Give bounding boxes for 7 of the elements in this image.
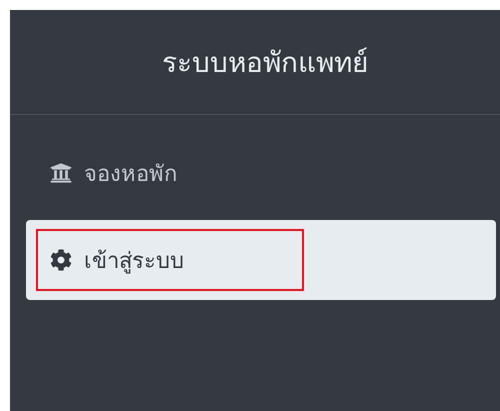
gear-icon xyxy=(50,249,72,271)
bank-icon xyxy=(50,162,72,184)
nav-item[interactable]: เข้าสู่ระบบ xyxy=(26,220,496,300)
nav-label: เข้าสู่ระบบ xyxy=(84,248,184,276)
nav-item[interactable]: จองหอพัก xyxy=(26,140,496,206)
app-title: ระบบหอพักแพทย์ xyxy=(10,10,500,115)
nav-label: จองหอพัก xyxy=(84,160,177,188)
